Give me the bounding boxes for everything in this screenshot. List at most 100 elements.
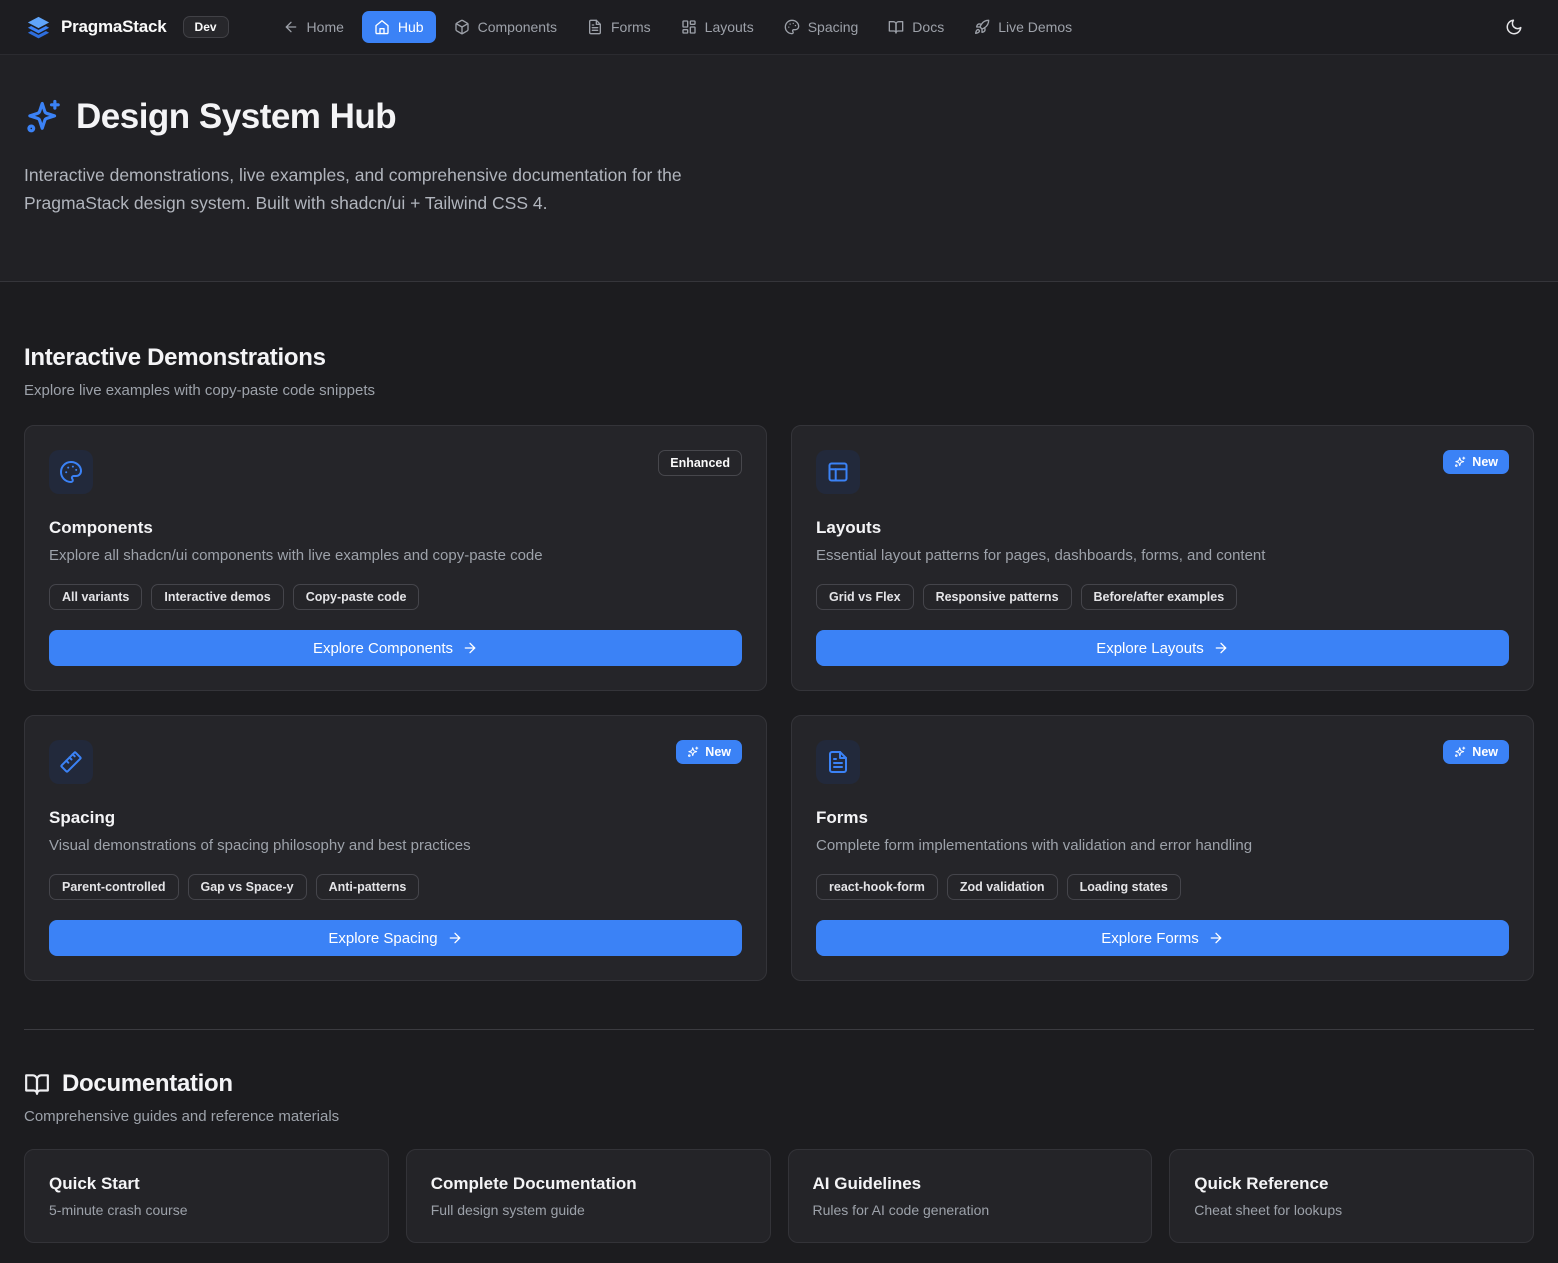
new-badge: New — [1443, 450, 1509, 474]
feature-tag: Parent-controlled — [49, 874, 179, 900]
arrow-left-icon — [283, 19, 299, 35]
feature-tag: Before/after examples — [1081, 584, 1238, 610]
package-icon — [454, 19, 470, 35]
badge-label: Enhanced — [670, 456, 730, 470]
sparkles-icon — [24, 98, 62, 136]
explore-forms-button[interactable]: Explore Forms — [816, 920, 1509, 956]
card-description: Complete form implementations with valid… — [816, 837, 1509, 854]
demo-card-layouts: New Layouts Essential layout patterns fo… — [791, 425, 1534, 691]
nav-item-label: Docs — [912, 19, 944, 35]
explore-components-button[interactable]: Explore Components — [49, 630, 742, 666]
enhanced-badge: Enhanced — [658, 450, 742, 476]
card-description: Visual demonstrations of spacing philoso… — [49, 837, 742, 854]
new-badge: New — [676, 740, 742, 764]
card-icon-tile — [49, 740, 93, 784]
card-description: Explore all shadcn/ui components with li… — [49, 547, 742, 564]
sparkles-icon — [1454, 746, 1466, 758]
nav-item-home[interactable]: Home — [271, 11, 356, 43]
badge-label: New — [1472, 455, 1498, 469]
nav-item-docs[interactable]: Docs — [876, 11, 956, 43]
brand[interactable]: PragmaStack Dev — [26, 15, 229, 40]
demo-card-components: Enhanced Components Explore all shadcn/u… — [24, 425, 767, 691]
card-title: Forms — [816, 808, 1509, 828]
doc-card-description: Cheat sheet for lookups — [1194, 1202, 1509, 1218]
ruler-icon — [59, 750, 83, 774]
feature-tag: Gap vs Space-y — [188, 874, 307, 900]
docs-section: Documentation Comprehensive guides and r… — [24, 1070, 1534, 1243]
doc-card-complete-documentation[interactable]: Complete Documentation Full design syste… — [406, 1149, 771, 1243]
sparkles-icon — [687, 746, 699, 758]
arrow-right-icon — [1208, 930, 1224, 946]
card-icon-tile — [49, 450, 93, 494]
layout-icon — [826, 460, 850, 484]
feature-tags: All variantsInteractive demosCopy-paste … — [49, 584, 742, 610]
book-open-icon — [888, 19, 904, 35]
layout-grid-icon — [681, 19, 697, 35]
layers-logo-icon — [26, 15, 51, 40]
theme-toggle-button[interactable] — [1496, 9, 1532, 45]
explore-button-label: Explore Forms — [1101, 930, 1199, 947]
nav-menu: Home Hub Components Forms Layouts Spacin… — [271, 11, 1085, 43]
demo-card-grid: Enhanced Components Explore all shadcn/u… — [24, 425, 1534, 981]
card-title: Layouts — [816, 518, 1509, 538]
arrow-right-icon — [447, 930, 463, 946]
arrow-right-icon — [1213, 640, 1229, 656]
doc-card-quick-reference[interactable]: Quick Reference Cheat sheet for lookups — [1169, 1149, 1534, 1243]
dev-badge: Dev — [183, 16, 229, 38]
explore-button-label: Explore Components — [313, 640, 453, 657]
arrow-right-icon — [462, 640, 478, 656]
doc-card-quick-start[interactable]: Quick Start 5-minute crash course — [24, 1149, 389, 1243]
new-badge: New — [1443, 740, 1509, 764]
nav-item-layouts[interactable]: Layouts — [669, 11, 766, 43]
docs-subheading: Comprehensive guides and reference mater… — [24, 1108, 1534, 1125]
doc-card-grid: Quick Start 5-minute crash course Comple… — [24, 1149, 1534, 1243]
explore-spacing-button[interactable]: Explore Spacing — [49, 920, 742, 956]
nav-item-hub[interactable]: Hub — [362, 11, 436, 43]
doc-card-title: AI Guidelines — [813, 1174, 1128, 1194]
doc-card-title: Quick Start — [49, 1174, 364, 1194]
doc-card-ai-guidelines[interactable]: AI Guidelines Rules for AI code generati… — [788, 1149, 1153, 1243]
explore-button-label: Explore Layouts — [1096, 640, 1204, 657]
brand-name: PragmaStack — [61, 17, 167, 37]
doc-card-description: 5-minute crash course — [49, 1202, 364, 1218]
feature-tag: Loading states — [1067, 874, 1181, 900]
doc-card-title: Complete Documentation — [431, 1174, 746, 1194]
nav-item-label: Live Demos — [998, 19, 1072, 35]
badge-label: New — [705, 745, 731, 759]
section-divider — [24, 1029, 1534, 1030]
file-text-icon — [587, 19, 603, 35]
nav-item-spacing[interactable]: Spacing — [772, 11, 871, 43]
top-navbar: PragmaStack Dev Home Hub Components Form… — [0, 0, 1558, 55]
explore-layouts-button[interactable]: Explore Layouts — [816, 630, 1509, 666]
card-icon-tile — [816, 740, 860, 784]
sparkles-icon — [1454, 456, 1466, 468]
demo-card-forms: New Forms Complete form implementations … — [791, 715, 1534, 981]
feature-tag: react-hook-form — [816, 874, 938, 900]
docs-heading-label: Documentation — [62, 1070, 233, 1098]
nav-item-label: Forms — [611, 19, 651, 35]
doc-card-description: Rules for AI code generation — [813, 1202, 1128, 1218]
card-header: Enhanced — [49, 450, 742, 494]
nav-item-label: Spacing — [808, 19, 859, 35]
feature-tag: Interactive demos — [151, 584, 283, 610]
nav-item-label: Components — [478, 19, 557, 35]
hero-title-row: Design System Hub — [24, 97, 1534, 137]
nav-item-label: Hub — [398, 19, 424, 35]
feature-tags: react-hook-formZod validationLoading sta… — [816, 874, 1509, 900]
main-content: Interactive Demonstrations Explore live … — [0, 344, 1558, 1263]
feature-tag: Grid vs Flex — [816, 584, 914, 610]
docs-heading: Documentation — [24, 1070, 1534, 1098]
doc-card-description: Full design system guide — [431, 1202, 746, 1218]
hero-section: Design System Hub Interactive demonstrat… — [0, 55, 1558, 282]
card-description: Essential layout patterns for pages, das… — [816, 547, 1509, 564]
nav-item-forms[interactable]: Forms — [575, 11, 663, 43]
card-icon-tile — [816, 450, 860, 494]
demos-heading: Interactive Demonstrations — [24, 344, 1534, 372]
explore-button-label: Explore Spacing — [328, 930, 437, 947]
card-title: Components — [49, 518, 742, 538]
nav-item-components[interactable]: Components — [442, 11, 569, 43]
demos-subheading: Explore live examples with copy-paste co… — [24, 382, 1534, 399]
badge-label: New — [1472, 745, 1498, 759]
nav-item-live-demos[interactable]: Live Demos — [962, 11, 1084, 43]
feature-tag: All variants — [49, 584, 142, 610]
